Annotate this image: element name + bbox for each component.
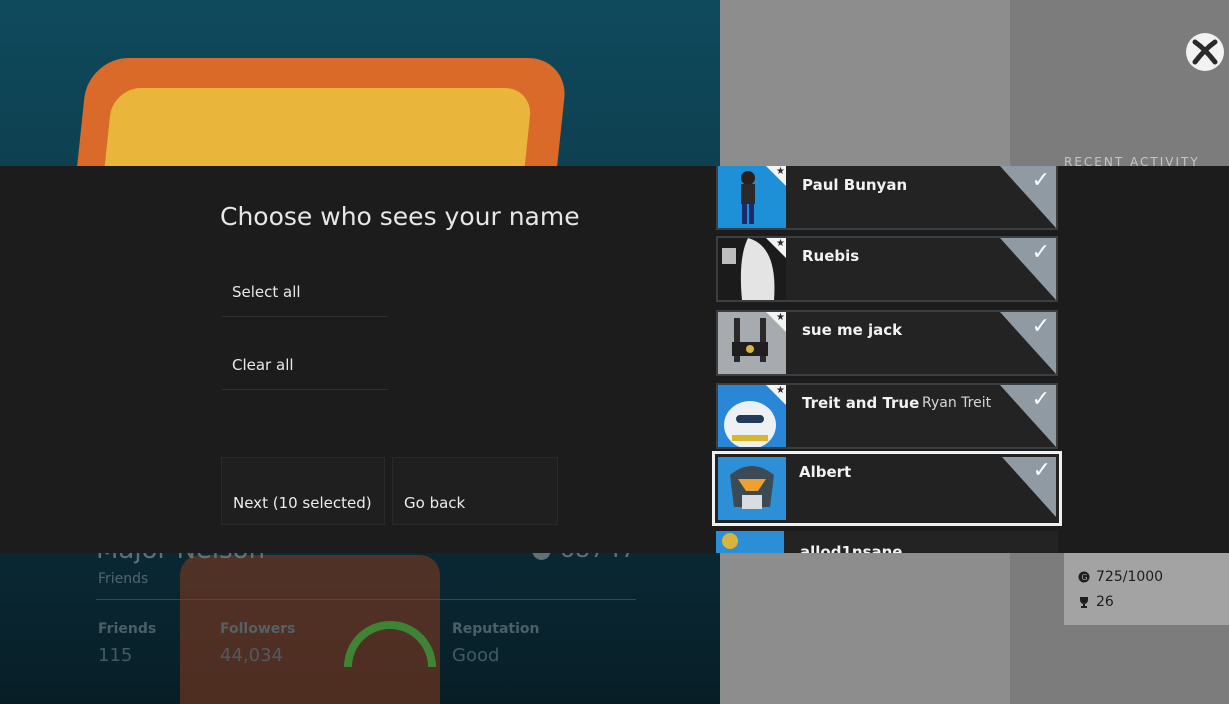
trophy-icon [1080,597,1088,608]
avatar: ★ [718,238,786,300]
avatar: ★ [718,312,786,374]
friend-row[interactable]: ★ Ruebis ✓ [716,236,1058,302]
trophy-count: 26 [1096,594,1114,610]
friend-row: allod1nsane [716,531,1058,553]
checkmark-icon: ✓ [1031,240,1050,265]
divider [96,599,636,600]
friend-gamertag: Ruebis [802,247,860,265]
friend-row[interactable]: ★ sue me jack ✓ [716,310,1058,376]
friend-gamertag: allod1nsane [800,543,903,553]
select-all-button[interactable]: Select all [222,267,388,317]
stat-reputation: Reputation Good [452,621,539,666]
friend-row[interactable]: ★ Paul Bunyan ✓ [716,166,1058,230]
friend-gamertag: Albert [799,463,852,481]
avatar: ★ [718,166,786,228]
dialog-title: Choose who sees your name [220,202,580,231]
stat-friends: Friends 115 [98,621,156,666]
avatar [718,457,786,520]
favorite-star-icon: ★ [766,385,786,405]
next-button[interactable]: Next (10 selected) [221,457,385,525]
profile-relationship: Friends [98,571,149,587]
stat-label: Reputation [452,621,540,637]
stat-value: 44,034 [220,645,283,666]
friend-row-focused[interactable]: Albert ✓ [712,451,1062,526]
favorite-star-icon: ★ [766,238,786,258]
favorite-star-icon: ★ [766,166,786,186]
gamerscore-icon: G [1078,571,1090,583]
friend-real-name: Ryan Treit [922,395,992,411]
stat-value: Good [452,645,500,666]
checkmark-icon: ✓ [1031,168,1050,193]
trophy-line: 26 [1078,594,1114,610]
stat-followers: Followers 44,034 [220,621,296,666]
friend-row[interactable]: ★ Treit and True Ryan Treit ✓ [716,383,1058,449]
achievement-score: 725/1000 [1096,569,1164,585]
avatar: ★ [718,385,786,447]
friend-gamertag: Treit and True [802,394,920,412]
checkmark-icon: ✓ [1031,387,1050,412]
stat-label: Followers [220,621,296,637]
achievements-tile[interactable]: G 725/1000 26 [1064,553,1229,625]
friend-row-clipped[interactable]: allod1nsane [716,531,1058,553]
stat-value: 115 [98,645,133,666]
clear-all-button[interactable]: Clear all [222,340,388,390]
svg-text:G: G [1081,573,1087,582]
avatar [716,531,784,553]
gamerscore-line: G 725/1000 [1078,569,1163,585]
friend-gamertag: Paul Bunyan [802,176,908,194]
stat-label: Friends [98,621,157,637]
friend-gamertag: sue me jack [802,321,903,339]
checkmark-icon: ✓ [1032,458,1051,483]
xbox-logo-icon [1186,33,1224,71]
checkmark-icon: ✓ [1031,314,1050,339]
favorite-star-icon: ★ [766,312,786,332]
go-back-button[interactable]: Go back [392,457,558,525]
